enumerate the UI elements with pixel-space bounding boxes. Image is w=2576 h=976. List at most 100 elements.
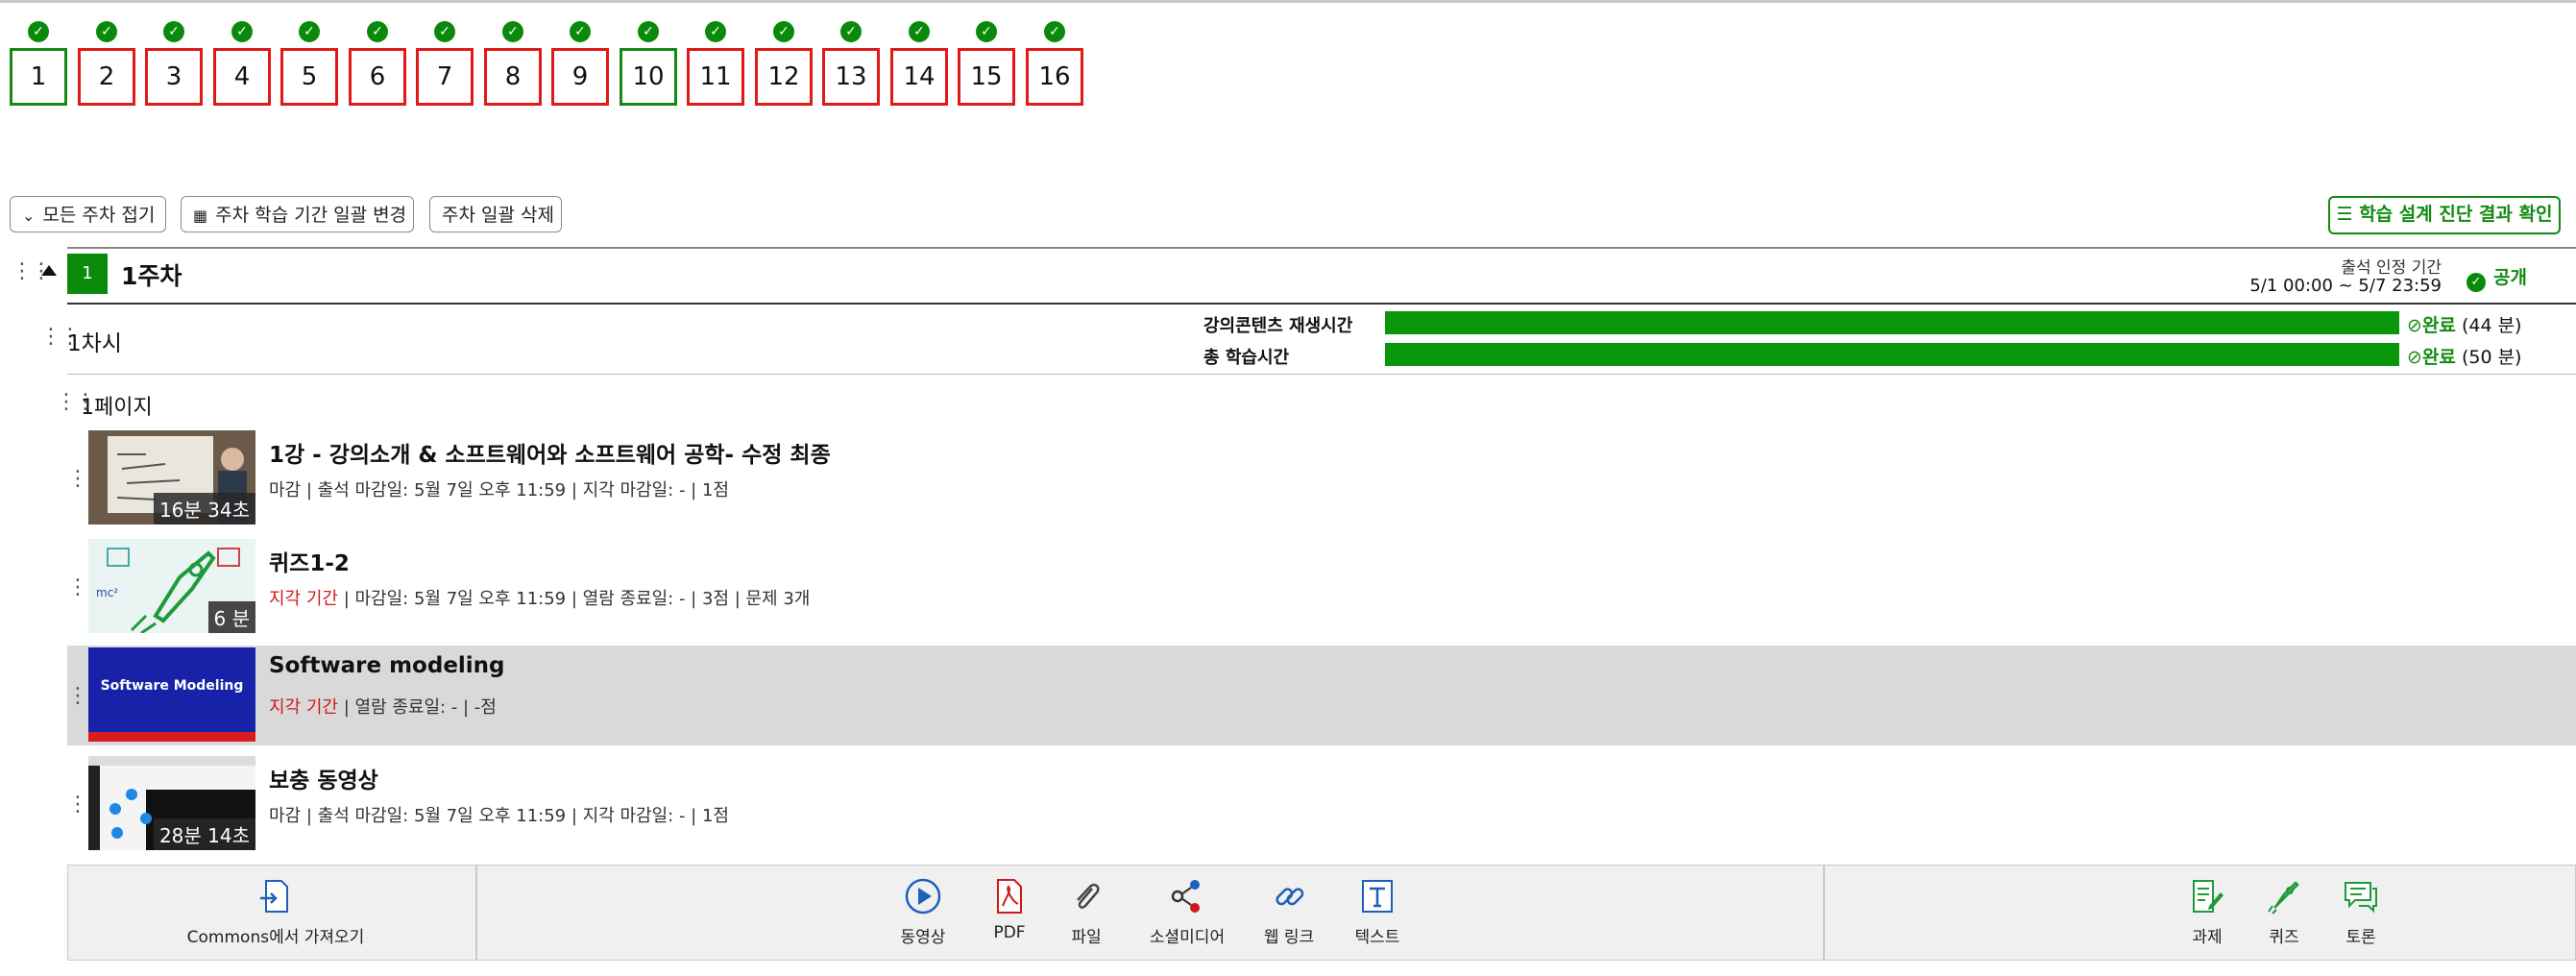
add-discussion-button[interactable]: 토론 [2327,877,2394,947]
import-commons-button[interactable]: Commons에서 가져오기 [180,877,372,947]
list-item[interactable]: ⋮⋮ 28분 14초 보충 동영상 마감 | 출석 마감일: 5월 7일 오후 … [67,754,2576,854]
week-title: 1주차 [121,262,182,290]
pdf-file-icon [997,879,1022,914]
add-assignment-button[interactable]: 과제 [2174,877,2241,947]
attendance-period-range: 5/1 00:00 ~ 5/7 23:59 [2249,276,2442,296]
share-nodes-icon [1171,880,1200,913]
week-number-button[interactable]: 2 [78,48,135,106]
slides-thumbnail: Software Modeling [88,647,255,742]
calendar-icon: ▦ [193,207,208,225]
change-week-period-button[interactable]: ▦ 주차 학습 기간 일괄 변경 [181,196,414,232]
progress-bar-playtime [1385,311,2399,334]
divider [67,303,2576,305]
check-icon: ✓ [909,21,930,42]
check-circle-icon: ⊘ [2407,315,2422,336]
paperclip-icon [1077,883,1100,909]
week-number-button[interactable]: 11 [687,48,744,106]
week-number-button[interactable]: 10 [620,48,677,106]
check-icon: ✓ [638,21,659,42]
add-file-button[interactable]: 파일 [1048,877,1125,947]
progress-label-playtime: 강의콘텐츠 재생시간 [1203,316,1353,336]
week-number-button[interactable]: 6 [349,48,406,106]
import-icon [260,880,288,913]
week-number-button[interactable]: 7 [416,48,474,106]
add-text-button[interactable]: 텍스트 [1334,877,1421,947]
add-content-toolbar: Commons에서 가져오기 동영상 PDF 파일 소셜미디어 웹 링크 텍스트… [67,865,2576,961]
session-title: 1차시 [67,331,122,356]
divider [67,247,2576,249]
check-icon: ✓ [434,21,455,42]
page-title: 1페이지 [81,396,153,420]
text-document-icon [1362,880,1393,913]
check-icon: ✓ [705,21,726,42]
week-number-button[interactable]: 9 [551,48,609,106]
week-number-badge: 1 [67,254,108,294]
list-item[interactable]: ⋮⋮ 16분 34초 1강 - 강의소개 & 소프트웨어와 소프트웨어 공학- … [67,428,2576,528]
video-thumbnail: 16분 34초 [88,430,255,525]
add-web-link-button[interactable]: 웹 링크 [1246,877,1332,947]
item-title[interactable]: 1강 - 강의소개 & 소프트웨어와 소프트웨어 공학- 수정 최종 [269,436,831,469]
week-number-button[interactable]: 13 [822,48,880,106]
check-icon: ✓ [976,21,997,42]
check-icon: ✓ [367,21,388,42]
chevron-down-icon: ⌄ [22,207,36,225]
check-icon: ✓ [163,21,184,42]
add-video-button[interactable]: 동영상 [885,877,961,947]
check-icon: ✓ [28,21,49,42]
check-circle-icon: ⊘ [2407,347,2422,368]
week-number-button[interactable]: 8 [484,48,542,106]
svg-text:mc²: mc² [96,586,118,599]
add-pdf-button[interactable]: PDF [971,877,1048,942]
add-social-media-button[interactable]: 소셜미디어 [1134,877,1240,947]
week-number-button[interactable]: 4 [213,48,271,106]
slides-cover-image [88,647,255,742]
week-number-button[interactable]: 16 [1026,48,1083,106]
item-meta: 마감 | 출석 마감일: 5월 7일 오후 11:59 | 지각 마감일: - … [269,480,729,500]
check-icon: ✓ [231,21,253,42]
check-icon: ✓ [773,21,794,42]
check-icon: ✓ [570,21,591,42]
quiz-thumbnail: mc² 6 분 [88,539,255,633]
thumbnail-text: Software Modeling [100,678,244,694]
item-meta: 지각 기간 | 열람 종료일: - | -점 [269,697,497,718]
week-number-button[interactable]: 12 [755,48,813,106]
week-number-button[interactable]: 3 [145,48,203,106]
check-icon: ✓ [2467,273,2486,292]
delete-all-weeks-button[interactable]: 주차 일괄 삭제 [429,196,562,232]
week-number-button[interactable]: 14 [890,48,948,106]
check-icon: ✓ [96,21,117,42]
check-icon: ✓ [840,21,862,42]
video-duration: 28분 14초 [153,818,255,850]
chat-bubbles-icon [2345,882,2377,914]
week-number-button[interactable]: 5 [280,48,338,106]
quiz-duration: 6 분 [207,601,255,633]
assignment-icon [2193,880,2224,913]
add-quiz-button[interactable]: 퀴즈 [2250,877,2318,947]
item-title[interactable]: 보충 동영상 [269,762,378,794]
progress-status-total: ⊘완료 (50 분) [2407,347,2522,368]
play-circle-icon [905,878,941,915]
week-number-button[interactable]: 15 [958,48,1015,106]
item-title[interactable]: 퀴즈1-2 [269,545,350,577]
check-icon: ✓ [1044,21,1065,42]
video-thumbnail: 28분 14초 [88,756,255,850]
divider [1823,866,1825,960]
divider [475,866,477,960]
check-icon: ✓ [299,21,320,42]
learning-design-diagnosis-button[interactable]: ☰ 학습 설계 진단 결과 확인 [2328,196,2561,234]
list-icon: ☰ [2336,204,2353,225]
collapse-all-weeks-button[interactable]: ⌄ 모든 주차 접기 [10,196,166,232]
visibility-status[interactable]: ✓ 공개 [2467,263,2527,292]
item-meta: 마감 | 출석 마감일: 5월 7일 오후 11:59 | 지각 마감일: - … [269,806,729,826]
check-icon: ✓ [502,21,523,42]
week-number-button[interactable]: 1 [10,48,67,106]
item-title[interactable]: Software modeling [269,653,505,678]
top-border [0,0,2576,3]
divider [67,374,2576,375]
list-item[interactable]: ⋮⋮ mc² 6 분 퀴즈1-2 지각 기간 | 마감일: 5월 7일 오후 1… [67,537,2576,637]
collapse-caret-icon[interactable] [41,265,57,276]
attendance-period-label: 출석 인정 기간 [2341,258,2442,278]
list-item[interactable]: ⋮⋮ Software Modeling Software modeling 지… [67,646,2576,745]
rocket-icon [2268,881,2299,915]
progress-bar-total [1385,343,2399,366]
